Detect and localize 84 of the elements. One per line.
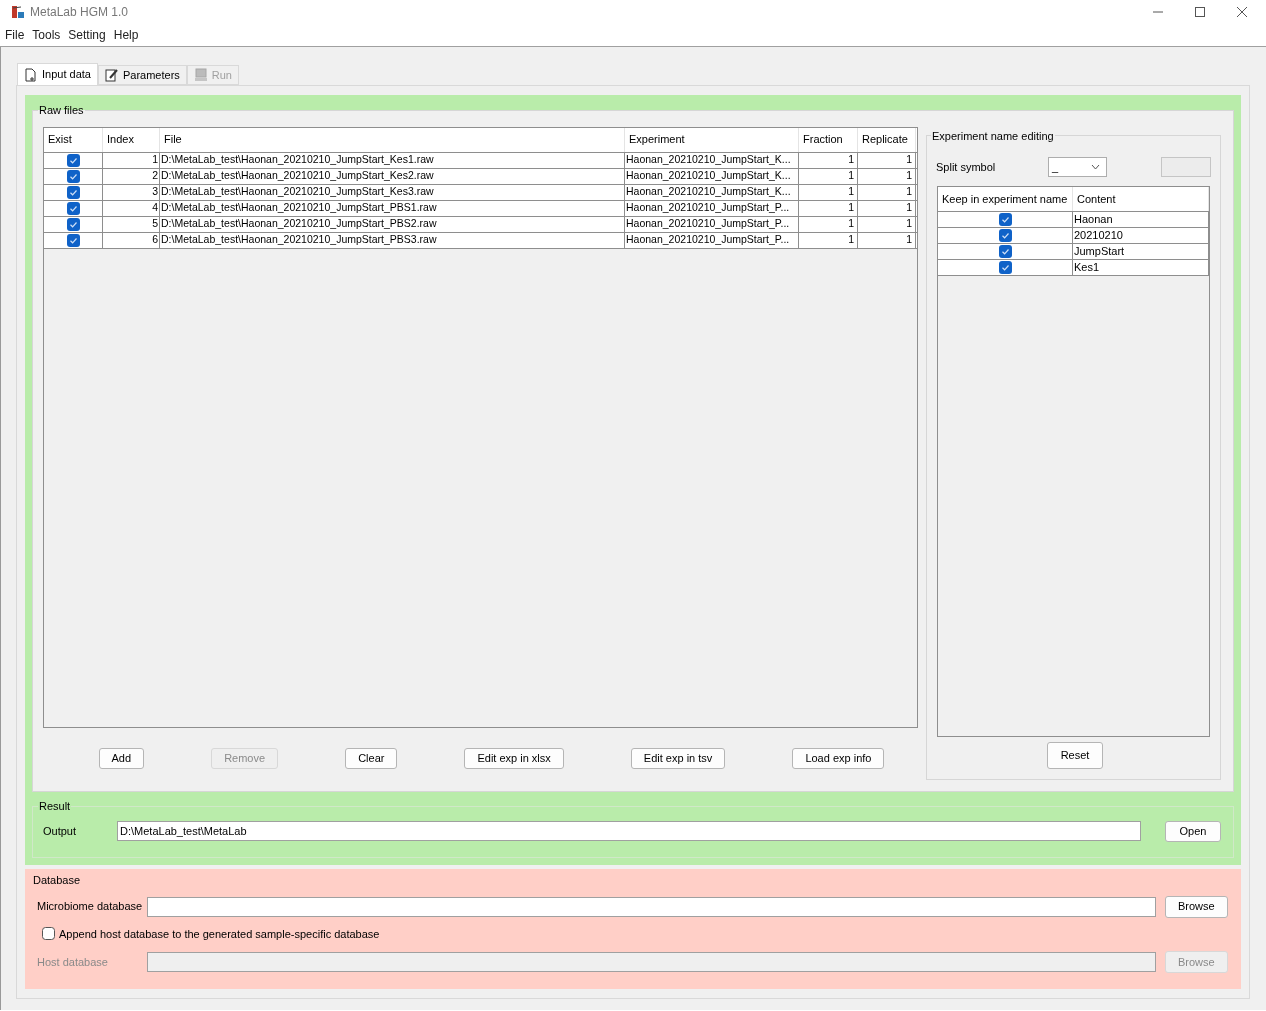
- pencil-document-icon: [104, 68, 119, 82]
- table-cell: Haonan_20210210_JumpStart_K...: [625, 184, 799, 200]
- button[interactable]: Reset: [1046, 742, 1104, 769]
- table-cell: 1: [799, 216, 858, 232]
- table-cell: 5: [103, 216, 160, 232]
- column-header[interactable]: File: [160, 127, 625, 152]
- table-cell: D:\MetaLab_test\Haonan_20210210_JumpStart_Kes1.raw: [160, 152, 625, 168]
- group-title: Result: [38, 799, 72, 814]
- table-cell: 1: [858, 152, 916, 168]
- column-header[interactable]: Exist: [44, 127, 103, 152]
- split-symbol-dropdown[interactable]: _: [1048, 157, 1107, 177]
- maximize-icon[interactable]: [1194, 6, 1206, 18]
- table-cell: Kes1: [1073, 260, 1209, 275]
- table-cell: 1: [858, 184, 916, 200]
- checkbox[interactable]: [66, 185, 80, 199]
- column-header[interactable]: Index: [103, 127, 160, 152]
- table-cell: D:\MetaLab_test\Haonan_20210210_JumpStart_PBS2.raw: [160, 216, 625, 232]
- group-title: Raw files: [38, 103, 85, 118]
- output-field[interactable]: D:\MetaLab_test\MetaLab: [117, 821, 1141, 841]
- table-cell: 1: [858, 168, 916, 184]
- button[interactable]: Edit exp in xlsx: [464, 747, 564, 769]
- table-cell: D:\MetaLab_test\Haonan_20210210_JumpStart_Kes3.raw: [160, 184, 625, 200]
- chevron-down-icon: [1091, 164, 1100, 170]
- checkbox[interactable]: [66, 217, 80, 231]
- close-icon[interactable]: [1236, 6, 1248, 18]
- checkbox[interactable]: [66, 233, 80, 247]
- app-logo-icon: [11, 5, 25, 19]
- host-database-field[interactable]: [147, 952, 1156, 972]
- table-cell: 1: [799, 168, 858, 184]
- table-cell: 1: [858, 232, 916, 248]
- field-label: Host database: [37, 954, 109, 970]
- checkbox[interactable]: [998, 261, 1012, 274]
- field-label: Output: [43, 823, 78, 839]
- tab[interactable]: Input data: [17, 63, 98, 85]
- field-label: Microbiome database: [37, 899, 144, 915]
- table-cell: 1: [858, 200, 916, 216]
- document-icon: [24, 67, 38, 82]
- menu-item[interactable]: File: [5, 26, 25, 44]
- checkbox[interactable]: [66, 201, 80, 215]
- button[interactable]: Load exp info: [792, 747, 885, 769]
- field-label: Split symbol: [936, 159, 997, 175]
- table-cell: D:\MetaLab_test\Haonan_20210210_JumpStart_PBS1.raw: [160, 200, 625, 216]
- table-cell: 1: [858, 216, 916, 232]
- table-cell: 6: [103, 232, 160, 248]
- button[interactable]: Add: [98, 747, 145, 769]
- column-header[interactable]: Experiment: [625, 127, 799, 152]
- window-title: MetaLab HGM 1.0: [30, 4, 129, 21]
- menu-item[interactable]: Setting: [68, 26, 106, 44]
- table-cell: 1: [103, 152, 160, 168]
- table-cell: 4: [103, 200, 160, 216]
- tab[interactable]: Parameters: [97, 65, 187, 85]
- button[interactable]: Open: [1165, 820, 1221, 842]
- table-cell: 3: [103, 184, 160, 200]
- column-header[interactable]: Fraction: [799, 127, 858, 152]
- button[interactable]: Edit exp in tsv: [630, 747, 726, 769]
- checkbox[interactable]: [66, 169, 80, 183]
- checkbox[interactable]: [42, 927, 55, 941]
- menu-item[interactable]: Help: [113, 26, 139, 44]
- table-cell: 1: [799, 200, 858, 216]
- table-cell: Haonan_20210210_JumpStart_P...: [625, 200, 799, 216]
- checkbox[interactable]: [998, 245, 1012, 258]
- group-title: Experiment name editing: [931, 128, 1055, 144]
- table-cell: 2: [103, 168, 160, 184]
- table-cell: Haonan_20210210_JumpStart_K...: [625, 152, 799, 168]
- table-cell: Haonan_20210210_JumpStart_P...: [625, 216, 799, 232]
- table-cell: D:\MetaLab_test\Haonan_20210210_JumpStart_PBS3.raw: [160, 232, 625, 248]
- text-field[interactable]: [1161, 157, 1211, 177]
- column-header[interactable]: Replicate: [858, 127, 916, 152]
- table-cell: 1: [799, 152, 858, 168]
- checkbox[interactable]: [998, 213, 1012, 226]
- checkbox[interactable]: [66, 153, 80, 167]
- table-cell: 1: [799, 184, 858, 200]
- computer-icon: [193, 68, 208, 82]
- checkbox-label: Append host database to the generated sample-specific database: [59, 926, 380, 942]
- button[interactable]: Browse: [1165, 895, 1228, 918]
- table-cell: D:\MetaLab_test\Haonan_20210210_JumpStart_Kes2.raw: [160, 168, 625, 184]
- menu-item[interactable]: Tools: [32, 26, 61, 44]
- group-title: Database: [33, 873, 82, 888]
- microbiome-database-field[interactable]: [147, 896, 1156, 917]
- table-cell: Haonan_20210210_JumpStart_K...: [625, 168, 799, 184]
- button[interactable]: Clear: [345, 747, 398, 769]
- checkbox[interactable]: [998, 229, 1012, 242]
- table-cell: 1: [799, 232, 858, 248]
- table-cell: Haonan_20210210_JumpStart_P...: [625, 232, 799, 248]
